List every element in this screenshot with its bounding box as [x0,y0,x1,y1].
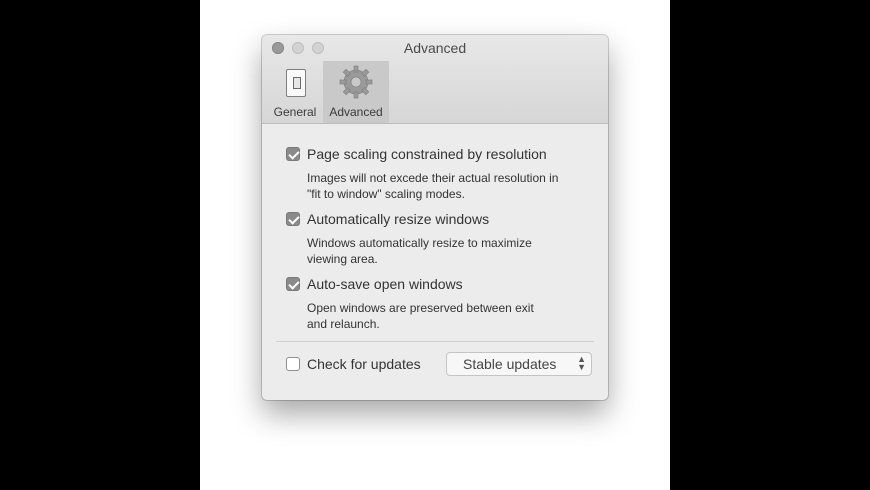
updown-arrows-icon: ▲ ▼ [577,354,586,372]
tab-general[interactable]: General [268,61,322,123]
tab-general-label: General [273,105,317,119]
auto-save-checkbox[interactable] [286,277,300,291]
auto-resize-checkbox[interactable] [286,212,300,226]
tab-advanced-label: Advanced [329,105,383,119]
auto-save-label: Auto-save open windows [307,276,463,292]
check-updates-checkbox[interactable] [286,357,300,371]
preferences-window: Advanced General Advanced Page scaling c… [262,35,608,400]
update-channel-select[interactable]: Stable updates ▲ ▼ [446,352,592,376]
gear-icon [339,65,373,99]
auto-resize-description: Windows automatically resize to maximize… [307,236,532,266]
page-scaling-checkbox[interactable] [286,147,300,161]
page-scaling-description: Images will not excede their actual reso… [307,171,559,201]
option-auto-resize[interactable]: Automatically resize windows [286,210,489,228]
switch-icon [286,69,306,97]
window-title: Advanced [403,40,467,56]
tab-advanced[interactable]: Advanced [323,61,389,123]
option-page-scaling[interactable]: Page scaling constrained by resolution [286,145,547,163]
option-check-updates[interactable]: Check for updates [286,355,421,373]
auto-save-description: Open windows are preserved between exit … [307,301,534,331]
update-channel-value: Stable updates [463,356,557,372]
section-divider [276,341,594,342]
auto-resize-label: Automatically resize windows [307,211,490,227]
page-scaling-label: Page scaling constrained by resolution [307,146,547,162]
option-auto-save[interactable]: Auto-save open windows [286,275,463,293]
window-toolbar: Advanced General Advanced [262,35,608,124]
check-updates-label: Check for updates [307,356,421,372]
